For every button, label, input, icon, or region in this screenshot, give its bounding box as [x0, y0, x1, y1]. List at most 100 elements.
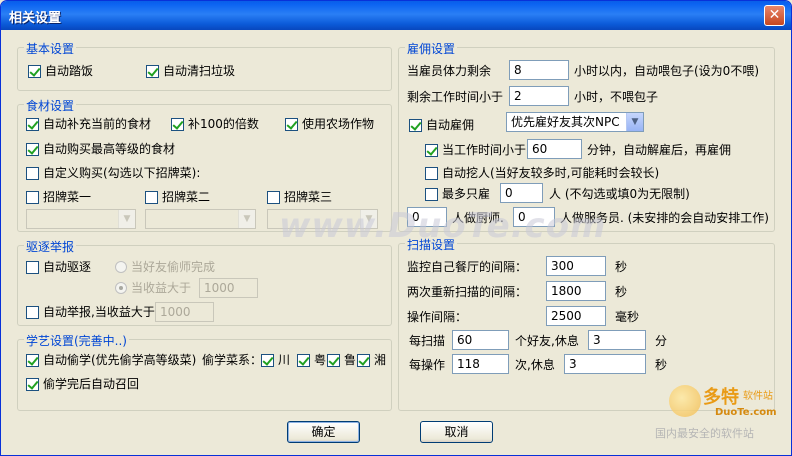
checkbox-box[interactable]: [26, 117, 39, 131]
auto-buy-best-label: 自动购买最高等级的食材: [43, 142, 176, 156]
auto-learn-checkbox[interactable]: 自动偷学(优先偷学高等级菜): [26, 353, 196, 367]
per-op-label: 每操作: [409, 358, 446, 372]
checkbox-box[interactable]: [425, 143, 438, 157]
when-work-input[interactable]: 60: [527, 139, 582, 159]
checkbox-box[interactable]: [28, 64, 41, 78]
checkbox-box[interactable]: [26, 305, 39, 319]
dish1-checkbox[interactable]: 招牌菜一: [26, 190, 91, 204]
dish1-select[interactable]: ▼: [26, 209, 136, 229]
auto-expel-label: 自动驱逐: [43, 260, 92, 274]
max-hire-input[interactable]: 0: [500, 183, 543, 203]
site-logo: 多特 软件站 DuoTe.com 国内最安全的软件站: [655, 381, 785, 441]
auto-refill-checkbox[interactable]: 自动补充当前的食材: [26, 117, 151, 131]
use-farm-label: 使用农场作物: [302, 117, 375, 131]
logo-tagline: 国内最安全的软件站: [655, 427, 754, 440]
auto-clean-checkbox[interactable]: 自动清扫垃圾: [146, 64, 235, 78]
cuisine-lu-checkbox[interactable]: 鲁: [327, 353, 356, 367]
checkbox-box[interactable]: [409, 118, 422, 132]
chevron-down-icon[interactable]: ▼: [238, 210, 255, 228]
dish2-checkbox[interactable]: 招牌菜二: [145, 190, 210, 204]
auto-hire-checkbox[interactable]: 自动雇佣: [409, 118, 474, 132]
rescan-interval-label: 两次重新扫描的间隔：: [407, 285, 528, 299]
when-profit-radio[interactable]: 当收益大于: [115, 281, 191, 295]
hire-settings-legend: 雇佣设置: [405, 40, 458, 57]
checkbox-box[interactable]: [171, 117, 184, 131]
stamina-label: 当雇员体力剩余: [407, 64, 492, 78]
radio-circle[interactable]: [115, 282, 127, 294]
checkbox-box[interactable]: [26, 190, 39, 204]
title-bar[interactable]: 相关设置 ✕: [1, 1, 791, 30]
auto-buy-best-checkbox[interactable]: 自动购买最高等级的食材: [26, 142, 175, 156]
per-scan-unit: 分: [655, 334, 668, 348]
per-op-rest-input[interactable]: 3: [564, 354, 646, 374]
cuisine-xiang-checkbox[interactable]: 湘: [357, 353, 386, 367]
auto-kick-checkbox[interactable]: 自动踏饭: [28, 64, 93, 78]
hire-option-select[interactable]: 优先雇好友其次NPC ▼: [506, 112, 644, 132]
per-op-input[interactable]: 118: [452, 354, 509, 374]
learn-settings-group: 学艺设置(完善中..) 自动偷学(优先偷学高等级菜) 偷学菜系： 川 粤 鲁 湘…: [17, 332, 392, 411]
auto-expel-checkbox[interactable]: 自动驱逐: [26, 260, 91, 274]
checkbox-box[interactable]: [146, 64, 159, 78]
checkbox-box[interactable]: [261, 353, 274, 367]
ingredient-settings-legend: 食材设置: [24, 97, 77, 114]
dish2-select[interactable]: ▼: [145, 209, 256, 229]
checkbox-box[interactable]: [26, 377, 39, 391]
cancel-button[interactable]: 取消: [420, 421, 493, 443]
cuisine-yue-label: 粤: [314, 353, 327, 367]
auto-report-label: 自动举报,当收益大于: [43, 305, 155, 319]
ok-button[interactable]: 确定: [287, 421, 360, 443]
cuisine-yue-checkbox[interactable]: 粤: [297, 353, 326, 367]
checkbox-box[interactable]: [145, 190, 158, 204]
auto-kick-label: 自动踏饭: [45, 64, 94, 78]
dish3-label: 招牌菜三: [284, 190, 333, 204]
checkbox-box[interactable]: [327, 353, 340, 367]
checkbox-box[interactable]: [425, 166, 438, 180]
checkbox-box[interactable]: [285, 117, 298, 131]
logo-url: DuoTe.com: [715, 407, 777, 418]
close-button[interactable]: ✕: [764, 5, 785, 26]
multiple-100-checkbox[interactable]: 补100的倍数: [171, 117, 259, 131]
monitor-interval-label: 监控自己餐厅的间隔：: [407, 260, 528, 274]
checkbox-box[interactable]: [357, 353, 370, 367]
checkbox-box[interactable]: [26, 166, 39, 180]
auto-recall-checkbox[interactable]: 偷学完后自动召回: [26, 377, 139, 391]
checkbox-box[interactable]: [26, 142, 39, 156]
dish3-checkbox[interactable]: 招牌菜三: [267, 190, 332, 204]
work-time-input[interactable]: 2: [509, 86, 569, 106]
checkbox-box[interactable]: [297, 353, 310, 367]
checkbox-box[interactable]: [267, 190, 280, 204]
cuisine-chuan-label: 川: [278, 353, 291, 367]
expel-report-legend: 驱逐举报: [24, 238, 77, 255]
window-title: 相关设置: [9, 11, 62, 26]
monitor-interval-input[interactable]: 300: [546, 256, 606, 276]
chevron-down-icon[interactable]: ▼: [118, 210, 135, 228]
auto-poach-label: 自动挖人(当好友较多时,可能耗时会较长): [442, 166, 660, 180]
use-farm-checkbox[interactable]: 使用农场作物: [285, 117, 374, 131]
checkbox-box[interactable]: [26, 353, 39, 367]
when-friend-done-label: 当好友偷师完成: [131, 260, 216, 274]
per-scan-input[interactable]: 60: [452, 330, 509, 350]
auto-poach-checkbox[interactable]: 自动挖人(当好友较多时,可能耗时会较长): [425, 166, 659, 180]
stamina-input[interactable]: 8: [509, 60, 569, 80]
cuisine-chuan-checkbox[interactable]: 川: [261, 353, 290, 367]
auto-report-checkbox[interactable]: 自动举报,当收益大于: [26, 305, 155, 319]
when-friend-done-radio[interactable]: 当好友偷师完成: [115, 260, 215, 274]
custom-buy-checkbox[interactable]: 自定义购买(勾选以下招牌菜):: [26, 166, 200, 180]
per-scan-label: 每扫描: [409, 334, 446, 348]
chevron-down-icon[interactable]: ▼: [626, 113, 643, 131]
checkbox-box[interactable]: [26, 260, 39, 274]
radio-circle[interactable]: [115, 261, 127, 273]
hire-settings-group: 雇佣设置 当雇员体力剩余 8 小时以内，自动喂包子(设为0不喂) 剩余工作时间小…: [398, 40, 775, 232]
max-hire-checkbox[interactable]: 最多只雇: [425, 187, 490, 201]
profit-threshold-input[interactable]: 1000: [199, 278, 258, 298]
op-interval-input[interactable]: 2500: [546, 306, 606, 326]
max-hire-label: 最多只雇: [442, 187, 491, 201]
hire-option-value: 优先雇好友其次NPC: [511, 115, 620, 129]
per-scan-rest-input[interactable]: 3: [588, 330, 646, 350]
per-scan-mid: 个好友,休息: [515, 334, 579, 348]
report-threshold-input[interactable]: 1000: [155, 302, 214, 322]
checkbox-box[interactable]: [425, 187, 438, 201]
rescan-interval-input[interactable]: 1800: [546, 281, 606, 301]
logo-suffix: 软件站: [743, 391, 773, 402]
when-work-lt-checkbox[interactable]: 当工作时间小于: [425, 143, 526, 157]
